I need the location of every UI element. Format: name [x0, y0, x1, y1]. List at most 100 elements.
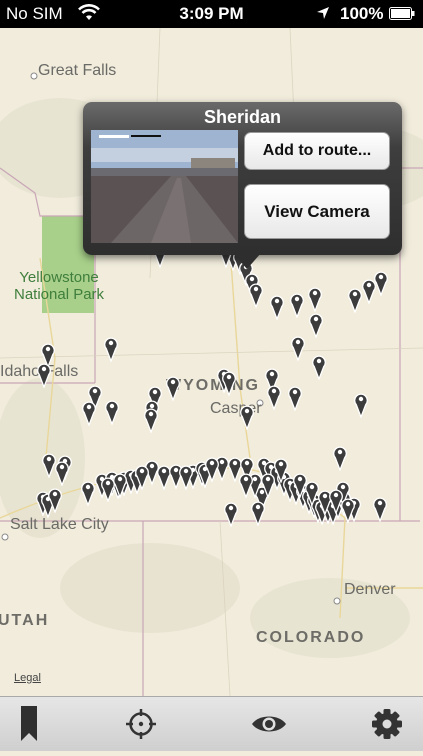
- camera-pin[interactable]: [42, 452, 56, 478]
- map-pin-icon: [179, 465, 193, 490]
- map-pin-icon: [354, 393, 368, 418]
- camera-pin[interactable]: [101, 476, 115, 502]
- map-pin-icon: [55, 461, 69, 486]
- map-pin-icon: [274, 458, 288, 483]
- map-pin-icon: [135, 465, 149, 490]
- camera-pin[interactable]: [373, 496, 387, 522]
- map-view[interactable]: Great Falls Yellowstone National Park Id…: [0, 28, 423, 696]
- map-pin-icon: [341, 498, 355, 523]
- camera-thumbnail-image: [91, 130, 238, 243]
- map-pin-icon: [82, 401, 96, 426]
- view-camera-button[interactable]: View Camera: [244, 184, 390, 239]
- camera-pin[interactable]: [222, 370, 236, 396]
- camera-pin[interactable]: [55, 460, 69, 486]
- camera-pin[interactable]: [312, 354, 326, 380]
- map-pin-icon: [308, 287, 322, 312]
- map-pin-icon: [104, 337, 118, 362]
- camera-pin[interactable]: [240, 404, 254, 430]
- callout-pointer: [233, 253, 261, 269]
- camera-pin[interactable]: [288, 385, 302, 411]
- map-pin-icon: [249, 283, 263, 308]
- camera-pin[interactable]: [239, 472, 253, 498]
- camera-pin[interactable]: [135, 464, 149, 490]
- camera-pin[interactable]: [113, 472, 127, 498]
- camera-pin[interactable]: [348, 287, 362, 313]
- label-utah: UTAH: [0, 612, 50, 629]
- map-pin-icon: [348, 288, 362, 313]
- camera-pin[interactable]: [305, 480, 319, 506]
- map-pin-icon: [48, 488, 62, 513]
- map-pin-icon: [81, 481, 95, 506]
- camera-pin[interactable]: [290, 292, 304, 318]
- locate-me-button[interactable]: [111, 697, 171, 751]
- settings-gear-icon: [372, 709, 402, 739]
- camera-pin[interactable]: [205, 456, 219, 482]
- map-pin-icon: [101, 477, 115, 502]
- map-pin-icon: [42, 453, 56, 478]
- map-pin-icon: [205, 457, 219, 482]
- map-pin-icon: [305, 481, 319, 506]
- map-pin-icon: [374, 271, 388, 296]
- battery-percent: 100%: [340, 4, 384, 23]
- camera-pin[interactable]: [309, 312, 323, 338]
- callout-title: Sheridan: [203, 107, 282, 127]
- camera-pin[interactable]: [267, 384, 281, 410]
- camera-pin[interactable]: [341, 497, 355, 523]
- map-pin-icon: [224, 502, 238, 527]
- map-pin-icon: [37, 363, 51, 388]
- camera-pin[interactable]: [291, 335, 305, 361]
- camera-pin[interactable]: [374, 270, 388, 296]
- label-colorado: COLORADO: [256, 629, 366, 646]
- camera-pin[interactable]: [274, 457, 288, 483]
- camera-pin[interactable]: [37, 362, 51, 388]
- status-bar: No SIM 3:09 PM 100%: [0, 0, 423, 28]
- bookmarks-button[interactable]: [0, 697, 60, 751]
- camera-pin[interactable]: [354, 392, 368, 418]
- camera-pin[interactable]: [249, 282, 263, 308]
- map-pin-icon: [288, 386, 302, 411]
- camera-pin[interactable]: [144, 407, 158, 433]
- camera-pin[interactable]: [104, 336, 118, 362]
- camera-pin[interactable]: [82, 400, 96, 426]
- camera-pin[interactable]: [333, 445, 347, 471]
- label-yellowstone: Yellowstone National Park: [14, 269, 105, 303]
- bottom-toolbar: [0, 696, 423, 751]
- camera-pin[interactable]: [308, 286, 322, 312]
- camera-pin[interactable]: [224, 501, 238, 527]
- map-pin-icon: [312, 355, 326, 380]
- map-pin-icon: [240, 405, 254, 430]
- camera-pin[interactable]: [261, 472, 275, 498]
- camera-callout: Sheridan Add to route... View Camera: [83, 102, 402, 269]
- camera-pin[interactable]: [251, 500, 265, 526]
- label-great-falls: Great Falls: [38, 62, 117, 79]
- map-pin-icon: [144, 408, 158, 433]
- camera-pin[interactable]: [81, 480, 95, 506]
- battery-icon: [389, 7, 415, 20]
- map-pin-icon: [267, 385, 281, 410]
- map-pin-icon: [222, 371, 236, 396]
- map-pin-icon: [309, 313, 323, 338]
- label-denver: Denver: [344, 581, 396, 598]
- settings-button[interactable]: [357, 697, 417, 751]
- map-pin-icon: [270, 295, 284, 320]
- map-pin-icon: [333, 446, 347, 471]
- location-arrow-icon: [317, 7, 329, 19]
- camera-pin[interactable]: [105, 399, 119, 425]
- map-pin-icon: [373, 497, 387, 522]
- camera-pin[interactable]: [48, 487, 62, 513]
- map-pin-icon: [105, 400, 119, 425]
- label-wyoming: WYOMING: [166, 377, 260, 394]
- show-cameras-button[interactable]: [239, 697, 299, 751]
- eye-icon: [252, 716, 286, 732]
- camera-pin[interactable]: [179, 464, 193, 490]
- legal-link[interactable]: Legal: [14, 672, 41, 684]
- camera-pin[interactable]: [166, 375, 180, 401]
- map-pin-icon: [261, 473, 275, 498]
- map-pin-icon: [166, 376, 180, 401]
- map-pin-icon: [251, 501, 265, 526]
- add-to-route-button[interactable]: Add to route...: [244, 132, 390, 170]
- camera-thumbnail[interactable]: [91, 130, 238, 243]
- map-pin-icon: [291, 336, 305, 361]
- camera-pin[interactable]: [270, 294, 284, 320]
- map-pin-icon: [113, 473, 127, 498]
